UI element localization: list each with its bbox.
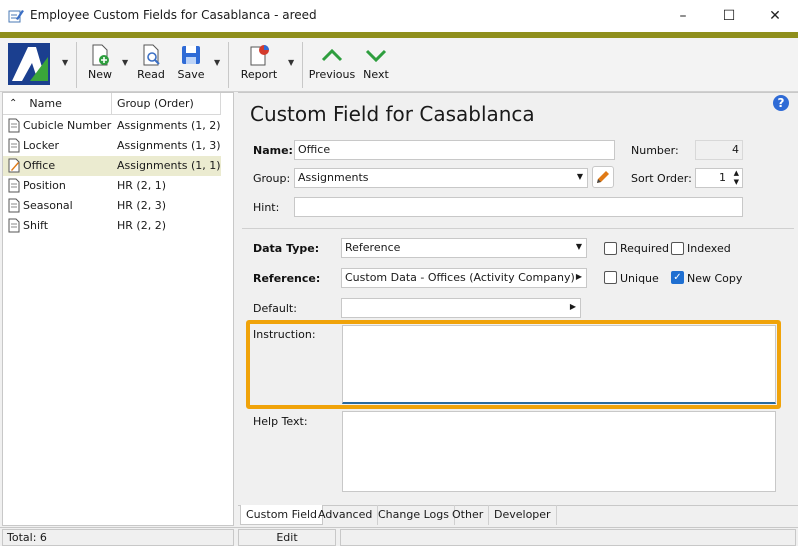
column-header-name[interactable]: ⌃ Name (3, 93, 112, 115)
document-icon (8, 218, 20, 233)
chevron-down-icon (365, 49, 387, 63)
unique-checkbox[interactable] (604, 271, 617, 284)
minimize-button[interactable]: – (660, 0, 706, 32)
sort-up-icon: ⌃ (9, 98, 18, 109)
page-title: Custom Field for Casablanca (250, 102, 535, 126)
new-dropdown-icon[interactable]: ▼ (122, 58, 128, 67)
read-button-label: Read (137, 68, 165, 81)
toolbar-separator (228, 42, 229, 88)
report-dropdown-icon[interactable]: ▼ (288, 58, 294, 67)
logo-dropdown-icon[interactable]: ▼ (62, 58, 68, 67)
pencil-icon (597, 171, 609, 183)
indexed-checkbox[interactable] (671, 242, 684, 255)
new-copy-label: New Copy (687, 272, 743, 285)
toolbar: ▼ New ▼ Read Save ▼ Report ▼ Previous Ne… (0, 38, 798, 92)
window-title: Employee Custom Fields for Casablanca - … (30, 8, 317, 22)
save-button[interactable]: Save (176, 44, 206, 90)
default-label: Default: (253, 302, 297, 315)
custom-field-list: ⌃ Name Group (Order) Cubicle Number Assi… (2, 92, 234, 526)
tab-other[interactable]: Other (447, 505, 490, 525)
title-bar: Employee Custom Fields for Casablanca - … (0, 0, 798, 32)
required-checkbox[interactable] (604, 242, 617, 255)
data-type-label: Data Type: (253, 242, 320, 255)
chevron-right-icon: ▶ (575, 272, 582, 281)
toolbar-separator (76, 42, 77, 88)
report-button[interactable]: Report (240, 44, 278, 90)
reference-label: Reference: (253, 272, 321, 285)
unique-label: Unique (620, 272, 659, 285)
list-item[interactable]: Position HR (2, 1) (3, 176, 233, 196)
tab-advanced[interactable]: Advanced (313, 505, 379, 525)
document-icon (8, 198, 20, 213)
new-button-label: New (88, 68, 112, 81)
chevron-up-icon (321, 48, 343, 62)
data-type-select[interactable]: Reference ▼ (341, 238, 587, 258)
document-icon (8, 118, 20, 133)
list-item-selected[interactable]: Office Assignments (1, 1) (3, 156, 221, 176)
group-select[interactable]: Assignments ▼ (294, 168, 588, 188)
number-label: Number: (631, 144, 679, 157)
help-text-textarea[interactable] (342, 411, 776, 492)
name-label: Name: (253, 144, 293, 157)
help-icon[interactable]: ? (773, 95, 789, 111)
status-total: Total: 6 (2, 529, 234, 546)
edit-group-button[interactable] (592, 166, 614, 188)
name-input[interactable]: Office (294, 140, 615, 160)
tab-developer[interactable]: Developer (489, 505, 557, 525)
new-copy-checkbox[interactable]: ✓ (671, 271, 684, 284)
read-button[interactable]: Read (136, 44, 166, 90)
section-divider (242, 228, 794, 229)
save-disk-icon (182, 46, 200, 64)
reference-select[interactable]: Custom Data - Offices (Activity Company)… (341, 268, 587, 288)
status-mode: Edit (238, 529, 336, 546)
hint-label: Hint: (253, 201, 280, 214)
chevron-down-icon: ▼ (575, 242, 582, 251)
report-icon (250, 45, 269, 66)
list-item[interactable]: Cubicle Number Assignments (1, 2) (3, 116, 233, 136)
read-document-icon (143, 44, 160, 66)
instruction-label: Instruction: (253, 328, 316, 341)
spin-arrows-icon[interactable]: ▲ ▼ (734, 169, 739, 187)
save-button-label: Save (177, 68, 205, 81)
default-select[interactable]: ▶ (341, 298, 581, 318)
tab-custom-field[interactable]: Custom Field (240, 505, 324, 525)
list-item[interactable]: Shift HR (2, 2) (3, 216, 233, 236)
close-button[interactable]: ✕ (752, 0, 798, 32)
next-button[interactable]: Next (362, 44, 390, 90)
toolbar-separator (302, 42, 303, 88)
list-item[interactable]: Locker Assignments (1, 3) (3, 136, 233, 156)
sort-order-label: Sort Order: (631, 172, 692, 185)
document-icon (8, 138, 20, 153)
previous-button[interactable]: Previous (308, 44, 356, 90)
hint-input[interactable] (294, 197, 743, 217)
edit-document-icon (8, 158, 20, 173)
new-button[interactable]: New (86, 44, 114, 90)
chevron-down-icon: ▼ (576, 172, 583, 181)
status-bar: Total: 6 Edit (0, 527, 798, 546)
document-icon (8, 178, 20, 193)
indexed-label: Indexed (687, 242, 731, 255)
maximize-button[interactable]: ☐ (706, 0, 752, 32)
next-button-label: Next (363, 68, 389, 81)
required-label: Required (620, 242, 669, 255)
number-field: 4 (695, 140, 743, 160)
status-message (340, 529, 796, 546)
save-dropdown-icon[interactable]: ▼ (214, 58, 220, 67)
chevron-right-icon: ▶ (569, 302, 576, 311)
list-item[interactable]: Seasonal HR (2, 3) (3, 196, 233, 216)
group-label: Group: (253, 172, 291, 185)
tab-change-logs[interactable]: Change Logs (373, 505, 455, 525)
help-text-label: Help Text: (253, 415, 308, 428)
pencil-icon (8, 10, 24, 23)
app-logo-icon[interactable] (8, 43, 50, 85)
previous-button-label: Previous (308, 68, 356, 81)
instruction-textarea[interactable] (342, 325, 776, 404)
column-header-group[interactable]: Group (Order) (112, 93, 221, 115)
new-document-icon (92, 44, 109, 66)
sort-order-stepper[interactable]: 1 ▲ ▼ (695, 168, 743, 188)
report-button-label: Report (240, 68, 278, 81)
